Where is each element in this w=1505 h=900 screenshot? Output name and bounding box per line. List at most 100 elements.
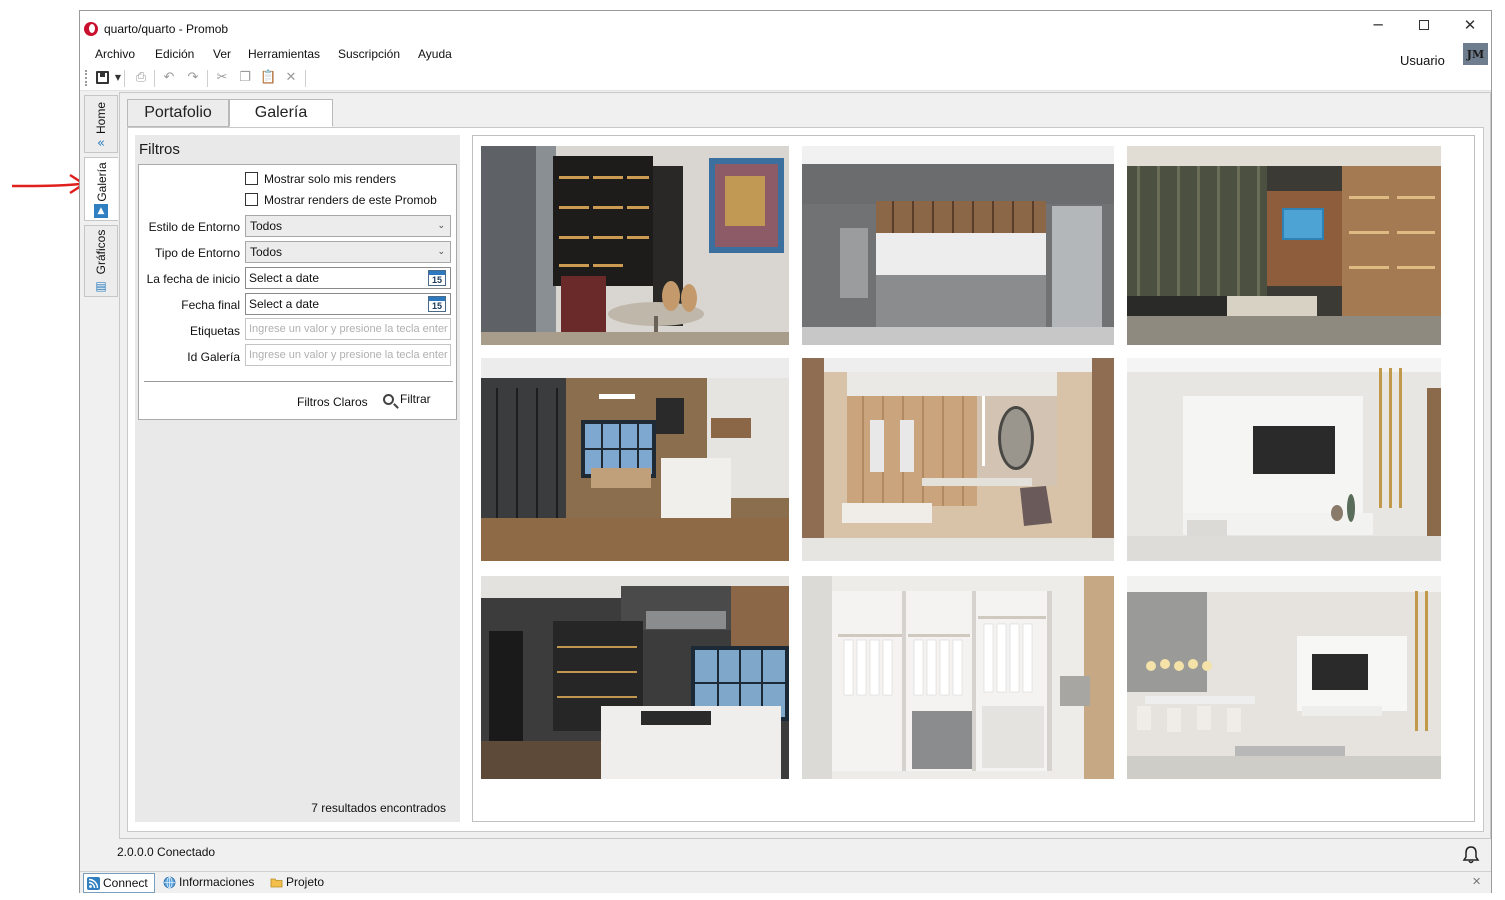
toolbar: ▼ ⎙ ↶ ↷ ✂ ❐ 📋 ✕: [80, 65, 1491, 91]
notification-bell-icon[interactable]: [1461, 845, 1481, 865]
menu-herramientas[interactable]: Herramientas: [248, 47, 320, 61]
copy-icon[interactable]: ❐: [237, 70, 253, 86]
gallery-id-label: Id Galería: [187, 350, 240, 364]
environment-type-value: Todos: [250, 245, 283, 259]
this-promob-renders-label: Mostrar renders de este Promob: [264, 193, 437, 207]
side-tab-strip: Home « Galería ▲ Gráficos ▤: [83, 95, 118, 835]
bottom-tab-informaciones-label: Informaciones: [179, 875, 255, 889]
gallery-render-thumbnail[interactable]: [802, 576, 1114, 779]
start-date-picker[interactable]: Select a date 15: [245, 267, 451, 289]
environment-style-value: Todos: [250, 219, 283, 233]
app-window: quarto/quarto - Promob ─ ✕ Archivo Edici…: [79, 10, 1492, 893]
gallery-render-thumbnail[interactable]: [481, 146, 789, 345]
chevron-down-icon: ⌄: [437, 221, 445, 231]
redo-icon[interactable]: ↷: [185, 70, 201, 86]
menu-bar: Archivo Edición Ver Herramientas Suscrip…: [80, 43, 1491, 65]
gallery-render-thumbnail[interactable]: [802, 146, 1114, 345]
environment-type-select[interactable]: Todos ⌄: [245, 241, 451, 263]
tab-galeria[interactable]: Galería: [229, 99, 333, 127]
only-my-renders-checkbox[interactable]: Mostrar solo mis renders: [245, 171, 445, 187]
gallery-render-thumbnail[interactable]: [1127, 576, 1441, 779]
environment-style-label: Estilo de Entorno: [148, 220, 240, 234]
start-date-value: Select a date: [249, 271, 320, 285]
tab-portafolio[interactable]: Portafolio: [127, 99, 229, 127]
calendar-icon[interactable]: 15: [428, 296, 446, 312]
status-bar: 2.0.0.0 Conectado: [117, 845, 215, 859]
close-panel-icon[interactable]: ✕: [1472, 875, 1481, 888]
this-promob-renders-checkbox[interactable]: Mostrar renders de este Promob: [245, 192, 445, 208]
title-bar: quarto/quarto - Promob ─ ✕: [80, 11, 1491, 43]
menu-suscripcion[interactable]: Suscripción: [338, 47, 400, 61]
clear-filters-button[interactable]: Filtros Claros: [297, 395, 368, 409]
undo-icon[interactable]: ↶: [161, 70, 177, 86]
filter-button-label: Filtrar: [400, 392, 431, 406]
bar-chart-icon: ▤: [95, 279, 107, 293]
gallery-render-thumbnail[interactable]: [481, 576, 789, 779]
menu-ayuda[interactable]: Ayuda: [418, 47, 452, 61]
gallery-render-thumbnail[interactable]: [1127, 358, 1441, 561]
checkbox-box[interactable]: [245, 172, 258, 185]
only-my-renders-label: Mostrar solo mis renders: [264, 172, 397, 186]
paste-icon[interactable]: 📋: [260, 70, 276, 86]
toolbar-grip[interactable]: [85, 70, 87, 86]
gallery-id-field[interactable]: [245, 344, 451, 366]
checkbox-box[interactable]: [245, 193, 258, 206]
connection-status: Conectado: [157, 845, 216, 859]
bottom-tab-projeto[interactable]: Projeto: [267, 873, 324, 893]
calendar-icon[interactable]: 15: [428, 270, 446, 286]
end-date-value: Select a date: [249, 297, 320, 311]
filters-title: Filtros: [139, 141, 180, 158]
tags-input[interactable]: [249, 323, 450, 335]
end-date-label: Fecha final: [181, 298, 240, 312]
filter-form: Mostrar solo mis renders Mostrar renders…: [138, 164, 457, 420]
version-text: 2.0.0.0: [117, 845, 154, 859]
main-content: Portafolio Galería Filtros Mostrar solo …: [119, 92, 1491, 839]
chevron-down-icon: ⌄: [437, 247, 445, 257]
render-gallery: [472, 135, 1475, 822]
bottom-tab-projeto-label: Projeto: [286, 875, 325, 889]
delete-icon[interactable]: ✕: [283, 70, 299, 86]
end-date-picker[interactable]: Select a date 15: [245, 293, 451, 315]
save-icon[interactable]: [94, 70, 110, 86]
start-date-label: La fecha de inicio: [146, 272, 240, 286]
double-chevron-left-icon: «: [97, 136, 105, 151]
side-tab-home[interactable]: Home «: [84, 95, 118, 153]
side-tab-galeria-label: Galería: [94, 162, 109, 202]
gallery-render-thumbnail[interactable]: [802, 358, 1114, 561]
side-tab-home-label: Home: [94, 101, 108, 135]
annotation-red-arrow: [11, 173, 87, 195]
maximize-button[interactable]: [1401, 11, 1447, 41]
galeria-tab-body: Filtros Mostrar solo mis renders Mostrar…: [127, 127, 1484, 832]
rss-feed-icon: [87, 877, 100, 890]
side-tab-galeria[interactable]: Galería ▲: [84, 157, 118, 221]
minimize-button[interactable]: ─: [1355, 11, 1401, 41]
environment-style-select[interactable]: Todos ⌄: [245, 215, 451, 237]
environment-type-label: Tipo de Entorno: [155, 246, 240, 260]
bottom-panel-tabs: Connect Informaciones Projeto ✕: [80, 871, 1491, 893]
filter-divider: [144, 381, 453, 382]
results-count: 7 resultados encontrados: [311, 801, 446, 815]
gallery-render-thumbnail[interactable]: [1127, 146, 1441, 345]
filters-panel: Filtros Mostrar solo mis renders Mostrar…: [135, 135, 460, 822]
close-button[interactable]: ✕: [1447, 11, 1493, 41]
globe-icon: [163, 876, 176, 889]
menu-ver[interactable]: Ver: [213, 47, 231, 61]
promob-logo-icon: [84, 22, 98, 36]
side-tab-graficos-label: Gráficos: [94, 229, 108, 275]
tags-field[interactable]: [245, 318, 451, 340]
window-title: quarto/quarto - Promob: [104, 22, 229, 36]
bottom-tab-connect[interactable]: Connect: [83, 873, 155, 893]
side-tab-graficos[interactable]: Gráficos ▤: [84, 225, 118, 297]
menu-archivo[interactable]: Archivo: [95, 47, 135, 61]
gallery-render-thumbnail[interactable]: [481, 358, 789, 561]
image-gallery-icon: ▲: [94, 204, 108, 218]
menu-edicion[interactable]: Edición: [155, 47, 194, 61]
print-icon[interactable]: ⎙: [133, 70, 149, 86]
filter-button[interactable]: Filtrar: [383, 392, 431, 410]
tags-label: Etiquetas: [189, 324, 240, 338]
gallery-id-input[interactable]: [249, 349, 450, 361]
avatar[interactable]: JM: [1463, 43, 1488, 67]
cut-icon[interactable]: ✂: [214, 70, 230, 86]
search-icon: [383, 394, 394, 405]
bottom-tab-informaciones[interactable]: Informaciones: [160, 873, 254, 893]
